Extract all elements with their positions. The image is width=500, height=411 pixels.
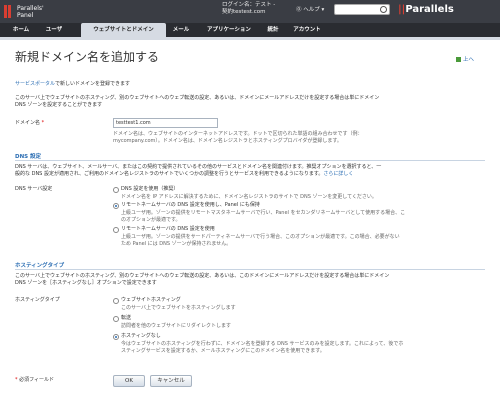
dns-desc-2: 般的な DNS 設定が適用され、ご利用のドメイン名レジストラのサイトでいくつかの… — [15, 171, 353, 178]
ok-button[interactable]: OK — [113, 375, 145, 387]
tab-users[interactable]: ユーザ — [40, 23, 68, 37]
login-value[interactable]: 契約testest.com — [222, 9, 275, 16]
help-icon: ⓪ — [296, 7, 302, 13]
hosting-option-radio-1[interactable] — [113, 316, 119, 322]
dns-option-label-2[interactable]: リモートネームサーバの DNS 設定を使用 — [121, 226, 215, 233]
tab-account[interactable]: アカウント — [286, 23, 328, 37]
dns-option-label-0[interactable]: DNS 設定を使用（推奨） — [121, 186, 178, 193]
hosting-option-label-1[interactable]: 転送 — [121, 315, 131, 322]
login-info: ログイン名：テスト - 契約testest.com — [222, 2, 275, 16]
hosting-option-desc-2a: 今はウェブサイトのホスティングを行わずに、ドメイン名を登録する DNS サービス… — [121, 341, 404, 347]
up-label: 上へ — [463, 57, 475, 63]
learn-more-link[interactable]: さらに詳しく — [323, 171, 353, 177]
dns-server-label: DNS サーバ設定 — [15, 186, 53, 192]
tab-mail[interactable]: メール — [168, 23, 194, 37]
arrow-up-icon — [456, 57, 461, 62]
required-fields-note: * 必須フィールド — [15, 377, 54, 384]
hosting-option-desc-0: このサーバ上でウェブサイトをホスティングします — [121, 305, 236, 311]
help-menu[interactable]: ⓪ ヘルプ ▾ — [296, 5, 324, 13]
parallels-brand: ||Parallels — [398, 4, 454, 15]
domain-name-label: ドメイン名 * — [15, 120, 44, 127]
hosting-option-desc-1: 訪問者を他のウェブサイトにリダイレクトします — [121, 323, 232, 329]
nav-underline — [0, 37, 500, 40]
parallels-panel-logo[interactable]: Parallels' Panel — [4, 3, 44, 20]
section-divider — [15, 160, 485, 161]
hosting-desc-1: このサーバ上でウェブサイトのホスティング、別のウェブサイトへのウェブ転送の設定、… — [15, 273, 390, 279]
required-mark: * — [15, 377, 18, 383]
login-label: ログイン名：テスト - — [222, 2, 276, 8]
logo-line1: Parallels' — [17, 5, 44, 12]
search-icon[interactable] — [380, 6, 387, 13]
domain-hint-1: ドメイン名は、ウェブサイトのインターネットアドレスです。ドットで区切られた単語の… — [113, 131, 363, 137]
dns-desc-2-text: 般的な DNS 設定が適用され、ご利用のドメイン名レジストラのサイトでいくつかの… — [15, 171, 324, 177]
required-note-text: 必須フィールド — [19, 377, 54, 383]
domain-hint-2: mycompany.com）。ドメイン名は、ドメイン名レジストラとホスティングプ… — [113, 138, 342, 144]
domain-label-text: ドメイン名 — [15, 120, 41, 126]
hosting-type-label: ホスティングタイプ — [15, 297, 60, 303]
search-input[interactable] — [334, 4, 390, 15]
intro-line-2: DNS ゾーンを設定することができます — [15, 102, 103, 108]
hosting-option-label-2[interactable]: ホスティングなし — [121, 333, 161, 340]
chevron-down-icon: ▾ — [321, 7, 325, 13]
dns-option-desc-0: ドメイン名を IP アドレスに解決するために、ドメイン名レジストラのサイトで D… — [121, 194, 377, 200]
portal-text: で新しいドメインを登録できます — [55, 81, 131, 87]
hosting-desc-2: DNS ゾーンを［ホスティングなし］オプションで設定できます — [15, 280, 157, 286]
dns-option-desc-2b: ため Panel には DNS ゾーンが保持されません。 — [121, 241, 232, 247]
cancel-button[interactable]: キャンセル — [150, 375, 192, 387]
dns-option-desc-2a: 上級ユーザ用。ゾーンの提供をサードパーティネームサーバで行う場合、このオプション… — [121, 234, 400, 240]
hosting-option-radio-0[interactable] — [113, 298, 119, 304]
brand-label: Parallels — [405, 4, 454, 15]
dns-option-desc-1b: のオプションが最適です。 — [121, 217, 181, 223]
tab-websites-domains[interactable]: ウェブサイトとドメイン — [81, 23, 166, 37]
hosting-section-heading: ホスティングタイプ — [15, 263, 65, 269]
top-header: Parallels' Panel ログイン名：テスト - 契約testest.c… — [0, 0, 500, 23]
dns-option-radio-0[interactable] — [113, 187, 119, 193]
parallels-logo-icon — [4, 5, 14, 18]
dns-desc-1: DNS サーバは、ウェブサイト、メールサーバ、またはこの契約で提供されているその… — [15, 164, 382, 170]
up-link[interactable]: 上へ — [456, 55, 474, 63]
help-label: ヘルプ — [303, 7, 320, 13]
intro-line-1: このサーバ上でウェブサイトのホスティング、別のウェブサイトへのウェブ転送の設定、… — [15, 95, 380, 101]
tab-applications[interactable]: アプリケーション — [198, 23, 260, 37]
required-mark: * — [41, 120, 45, 126]
section-divider — [15, 269, 485, 270]
dns-option-radio-1[interactable] — [113, 203, 119, 209]
hosting-option-label-0[interactable]: ウェブサイトホスティング — [121, 297, 181, 304]
main-nav: ホーム ユーザ ウェブサイトとドメイン メール アプリケーション 統計 アカウン… — [0, 23, 500, 37]
dns-option-desc-1a: 上級ユーザ用。ゾーンの提供をリモートマスタネームサーバで行い、Panel をセカ… — [121, 210, 406, 216]
tab-home[interactable]: ホーム — [6, 23, 36, 37]
dns-option-radio-2[interactable] — [113, 227, 119, 233]
tab-statistics[interactable]: 統計 — [262, 23, 284, 37]
hosting-option-radio-2[interactable] — [113, 334, 119, 340]
logo-line2: Panel — [17, 12, 34, 19]
hosting-option-desc-2b: スティングサービスを設定するか、メールホスティングにこのドメイン名を使用できます… — [121, 348, 325, 354]
dns-section-heading: DNS 設定 — [15, 154, 42, 160]
dns-option-label-1[interactable]: リモートネームサーバの DNS 設定を使用し、Panel にも保持 — [121, 202, 260, 209]
page-title: 新規ドメイン名を追加する — [15, 50, 160, 64]
service-portal-link[interactable]: サービスポータル — [15, 81, 55, 87]
domain-name-field[interactable]: testtest1.com — [113, 118, 218, 128]
